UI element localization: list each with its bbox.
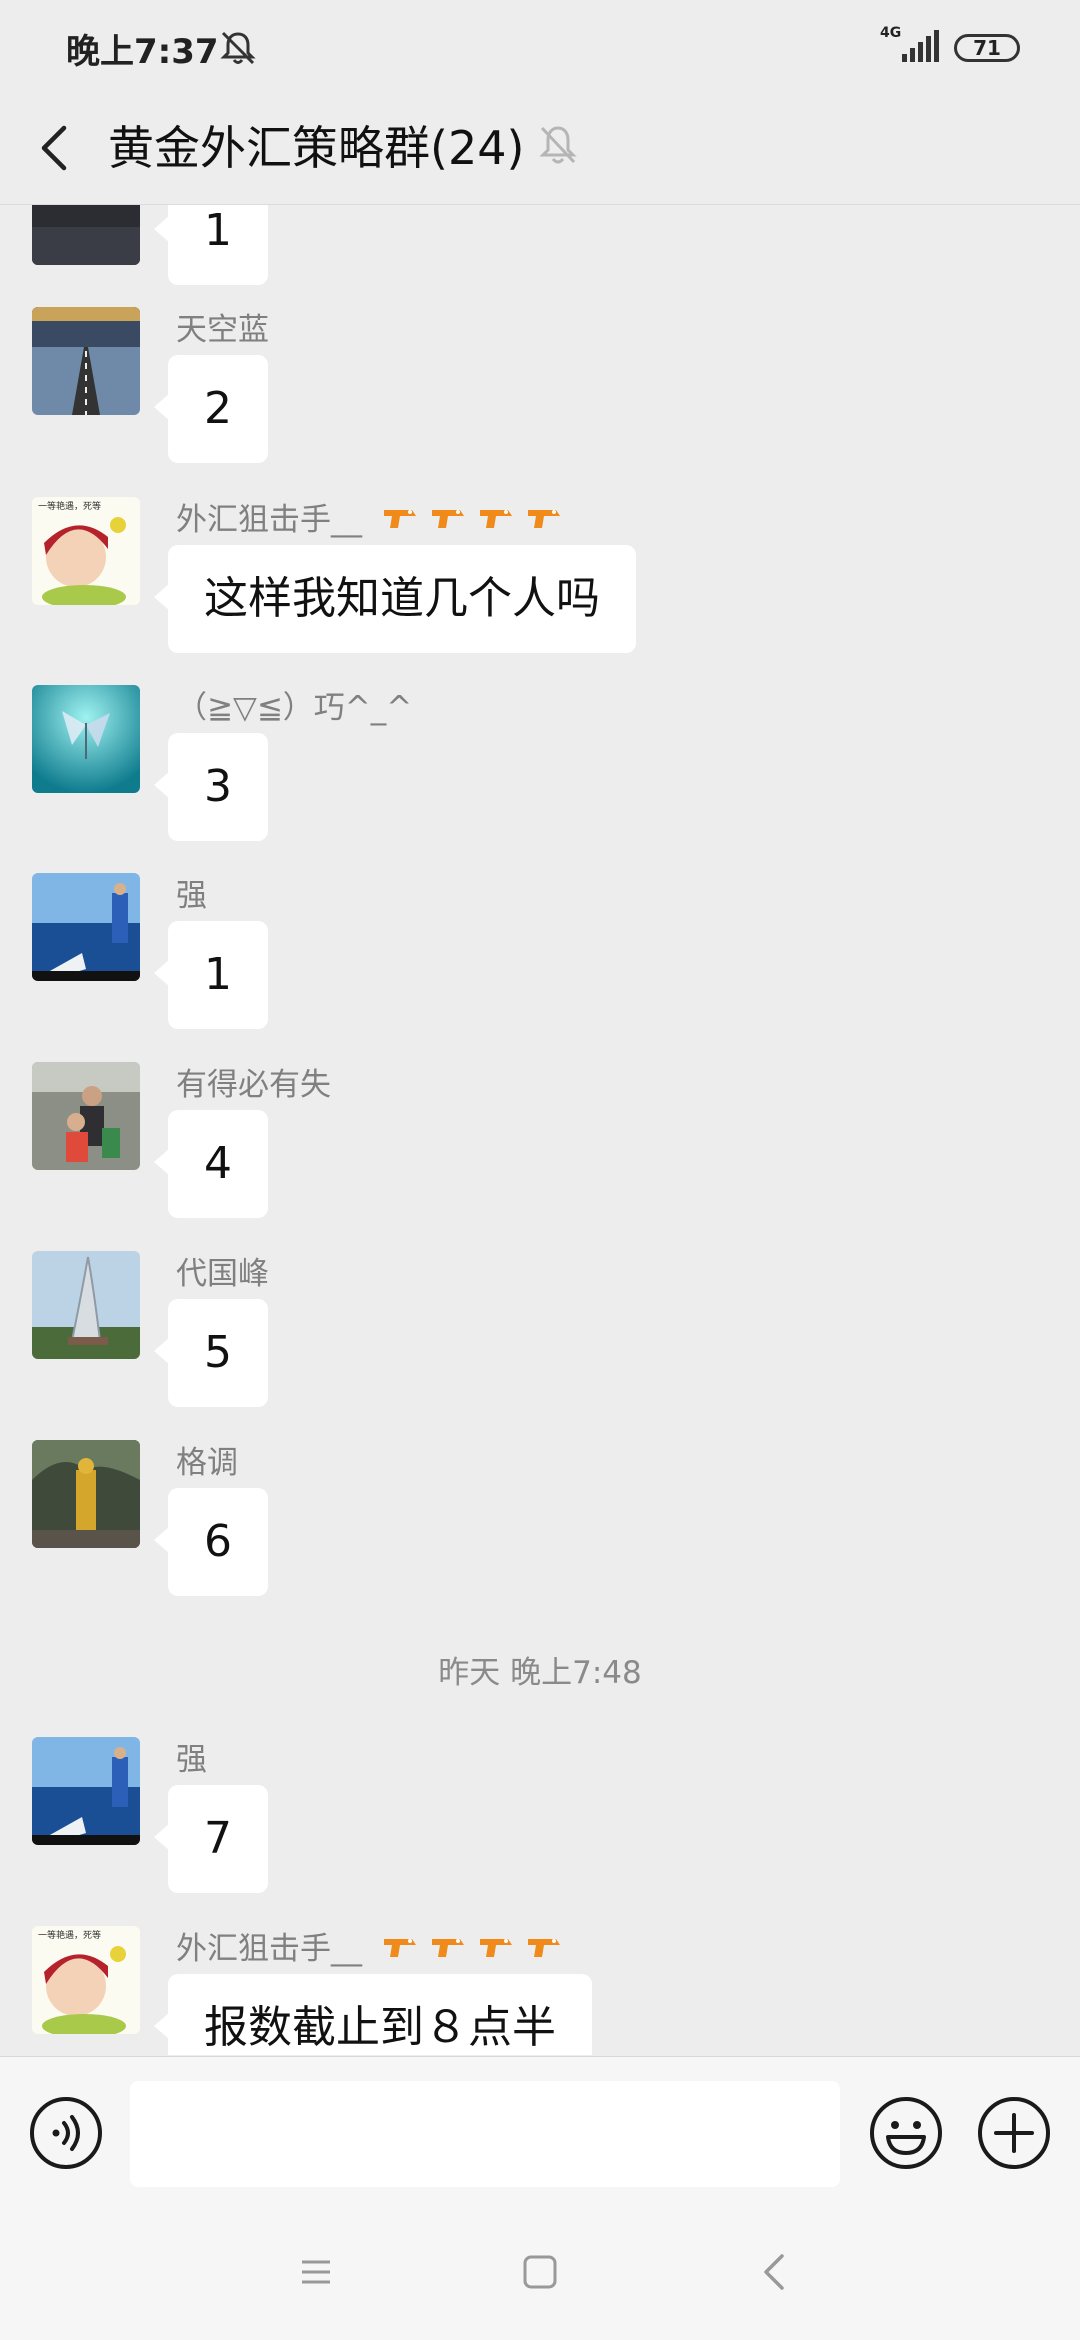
avatar[interactable]: 一等艳遇，死等 [32,497,140,605]
input-bar [0,2056,1080,2212]
avatar[interactable] [32,1251,140,1359]
chat-title: 黄金外汇策略群(24) [108,121,525,175]
sender-name: 强 [176,878,207,914]
sender-name: 格调 [176,1445,238,1481]
sender-name: 外汇狙击手__ [176,1930,564,1970]
avatar[interactable] [32,1062,140,1170]
nav-back-icon[interactable] [756,2252,792,2292]
message-bubble[interactable]: 3 [154,733,268,841]
avatar[interactable] [32,205,140,265]
water-gun-emoji-icon [380,502,420,541]
message-bubble[interactable]: 1 [154,921,268,1029]
water-gun-emoji-icon [524,1931,564,1970]
notification-muted-icon [220,31,256,65]
avatar[interactable] [32,685,140,793]
status-time: 晚上7:37 [66,32,219,72]
avatar[interactable] [32,873,140,981]
emoji-icon[interactable] [868,2095,944,2171]
back-arrow-icon[interactable] [30,118,78,178]
avatar[interactable] [32,1440,140,1548]
muted-bell-icon [539,126,577,164]
message-bubble[interactable]: 4 [154,1110,268,1218]
more-plus-icon[interactable] [976,2095,1052,2171]
sender-name: 有得必有失 [176,1067,331,1103]
timestamp: 昨天 晚上7:48 [438,1655,642,1691]
home-icon[interactable] [522,2254,558,2290]
battery-indicator: 71 [954,34,1020,62]
water-gun-emoji-icon [428,502,468,541]
message-bubble[interactable]: 这样我知道几个人吗 [154,545,636,653]
water-gun-emoji-icon [476,1931,516,1970]
voice-input-icon[interactable] [28,2095,104,2171]
sender-name: 外汇狙击手__ [176,501,564,541]
avatar[interactable] [32,307,140,415]
status-bar: 晚上7:37 4G 71 [0,0,1080,92]
message-bubble[interactable]: 6 [154,1488,268,1596]
message-bubble[interactable]: 5 [154,1299,268,1407]
avatar[interactable] [32,1737,140,1845]
message-input[interactable] [130,2081,840,2187]
water-gun-emoji-icon [428,1931,468,1970]
water-gun-emoji-icon [380,1931,420,1970]
message-bubble[interactable]: 2 [154,355,268,463]
sender-name: 代国峰 [176,1256,269,1292]
water-gun-emoji-icon [476,502,516,541]
sender-name: （≧▽≦）巧^_^ [176,690,413,726]
recent-apps-icon[interactable] [298,2254,334,2290]
message-bubble[interactable]: 报数截止到８点半 [154,1974,592,2055]
sender-name: 天空蓝 [176,312,269,348]
avatar[interactable]: 一等艳遇，死等 [32,1926,140,2034]
message-bubble[interactable]: 7 [154,1785,268,1893]
signal-icon [902,30,939,62]
avatar-text: 一等艳遇，死等 [38,1929,101,1941]
message-list[interactable]: 1 天空蓝 2 一等艳遇，死等 外汇狙击手__ 这样我知道几个人吗 （≧▽≦）巧… [0,205,1080,2055]
message-bubble[interactable]: 1 [154,205,268,285]
sender-name: 强 [176,1742,207,1778]
avatar-text: 一等艳遇，死等 [38,500,101,512]
chat-header: 黄金外汇策略群(24) [0,92,1080,205]
system-nav-bar [0,2212,1080,2340]
water-gun-emoji-icon [524,502,564,541]
